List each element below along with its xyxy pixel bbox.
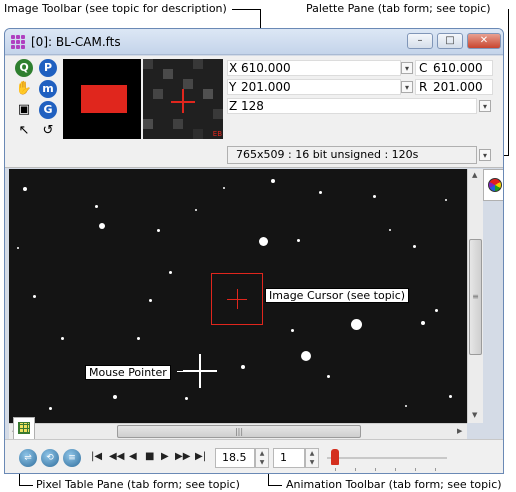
step-stepper-icon[interactable]: ▲ ▼ <box>305 448 319 468</box>
x-label: X <box>229 61 238 75</box>
x-value: 610.000 <box>241 61 291 75</box>
cursor-crosshair <box>237 289 238 309</box>
z-value: 128 <box>241 99 264 113</box>
scroll-up-icon[interactable]: ▲ <box>472 171 477 179</box>
first-frame-icon[interactable]: |◀ <box>91 451 102 462</box>
horizontal-scroll-thumb[interactable]: ||| <box>117 425 361 438</box>
horizontal-scrollbar[interactable]: ◀ ||| ▶ <box>9 423 467 439</box>
rewind-icon[interactable]: ◀◀ <box>109 451 124 462</box>
image-toolbar-callout: Image Toolbar (see topic for description… <box>4 2 227 15</box>
close-button[interactable]: ✕ <box>467 33 501 49</box>
z-dropdown-icon[interactable]: ▾ <box>479 100 491 112</box>
p-icon[interactable]: P <box>39 59 57 77</box>
animation-toolbar-callout: Animation Toolbar (tab form; see topic) <box>286 478 502 491</box>
arrow-pointer-icon[interactable]: ↖ <box>15 122 33 140</box>
magnifier-marker: EB <box>212 130 222 138</box>
view-rectangle[interactable] <box>81 85 127 113</box>
rate-stepper-icon[interactable]: ▲ ▼ <box>255 448 269 468</box>
pan-hand-icon[interactable]: ✋ <box>15 80 33 98</box>
vertical-scrollbar[interactable]: ▲ ≡ ▼ <box>467 169 483 423</box>
zoom-icon[interactable]: Q <box>15 59 33 77</box>
c-label: C <box>419 61 428 75</box>
magnifier-view: EB <box>143 59 223 139</box>
frame-slider-track[interactable] <box>327 457 447 459</box>
c-value: 610.000 <box>433 61 483 75</box>
mouse-pointer-icon <box>199 354 201 388</box>
callout-line <box>268 485 282 486</box>
g-icon[interactable]: G <box>39 101 57 119</box>
vertical-scroll-thumb[interactable]: ≡ <box>469 239 482 355</box>
last-frame-icon[interactable]: ▶| <box>195 451 206 462</box>
image-cursor-label: Image Cursor (see topic) <box>265 288 410 303</box>
window-title: [0]: BL-CAM.fts <box>31 35 121 49</box>
fast-forward-icon[interactable]: ▶▶ <box>175 451 190 462</box>
callout-line <box>508 9 509 155</box>
stop-icon[interactable]: ■ <box>145 451 154 462</box>
palette-pane-callout: Palette Pane (tab form; see topic) <box>306 2 491 15</box>
image-toolbar: Q P ✋ m ▣ G ↖ ↺ EB X 610.000 ▾ C 610.000… <box>5 56 503 168</box>
animation-mode-icon[interactable]: ⇌ <box>19 449 37 467</box>
palette-pane-tab[interactable] <box>483 169 503 201</box>
z-label: Z <box>229 99 238 113</box>
m-icon[interactable]: m <box>39 80 57 98</box>
refresh-icon[interactable]: ↺ <box>39 122 57 140</box>
animation-loop-icon[interactable]: ⟲ <box>41 449 59 467</box>
image-info: 765x509 : 16 bit unsigned : 120s <box>227 146 477 164</box>
animation-stack-icon[interactable]: ≡ <box>63 449 81 467</box>
maximize-button[interactable]: □ <box>437 33 463 49</box>
scroll-right-icon[interactable]: ▶ <box>457 427 462 435</box>
frame-slider-thumb[interactable] <box>331 449 339 465</box>
image-display[interactable]: Image Cursor (see topic) Mouse Pointer <box>9 169 467 423</box>
image-cursor[interactable] <box>211 273 263 325</box>
scroll-down-icon[interactable]: ▼ <box>472 411 477 419</box>
pixel-table-tab[interactable] <box>13 417 35 439</box>
pixel-table-icon <box>18 422 30 434</box>
y-dropdown-icon[interactable]: ▾ <box>401 81 413 93</box>
title-bar[interactable]: [0]: BL-CAM.fts – □ ✕ <box>5 29 503 55</box>
rectangle-select-icon[interactable]: ▣ <box>15 101 33 119</box>
r-label: R <box>419 80 428 94</box>
pixel-table-callout: Pixel Table Pane (tab form; see topic) <box>36 478 240 491</box>
overview-thumbnail[interactable] <box>63 59 141 139</box>
rate-input[interactable]: 18.5 <box>215 448 255 468</box>
step-back-icon[interactable]: ◀ <box>129 451 137 462</box>
animation-toolbar: ⇌ ⟲ ≡ |◀ ◀◀ ◀ ■ ▶ ▶▶ ▶| 18.5 ▲ ▼ 1 ▲ ▼ <box>5 439 503 473</box>
image-window: [0]: BL-CAM.fts – □ ✕ Q P ✋ m ▣ G ↖ ↺ EB… <box>4 28 504 474</box>
palette-icon <box>488 178 502 192</box>
r-value: 201.000 <box>433 80 483 94</box>
magnifier-crosshair <box>182 89 184 113</box>
callout-line <box>19 485 33 486</box>
mouse-pointer-label: Mouse Pointer <box>85 365 171 380</box>
info-dropdown-icon[interactable]: ▾ <box>479 149 491 161</box>
callout-line <box>232 9 260 10</box>
y-label: Y <box>229 80 237 94</box>
y-value: 201.000 <box>241 80 291 94</box>
step-input[interactable]: 1 <box>273 448 305 468</box>
x-dropdown-icon[interactable]: ▾ <box>401 62 413 74</box>
app-grid-icon <box>11 35 25 49</box>
minimize-button[interactable]: – <box>407 33 433 49</box>
play-icon[interactable]: ▶ <box>161 451 169 462</box>
z-field-box <box>227 98 477 114</box>
